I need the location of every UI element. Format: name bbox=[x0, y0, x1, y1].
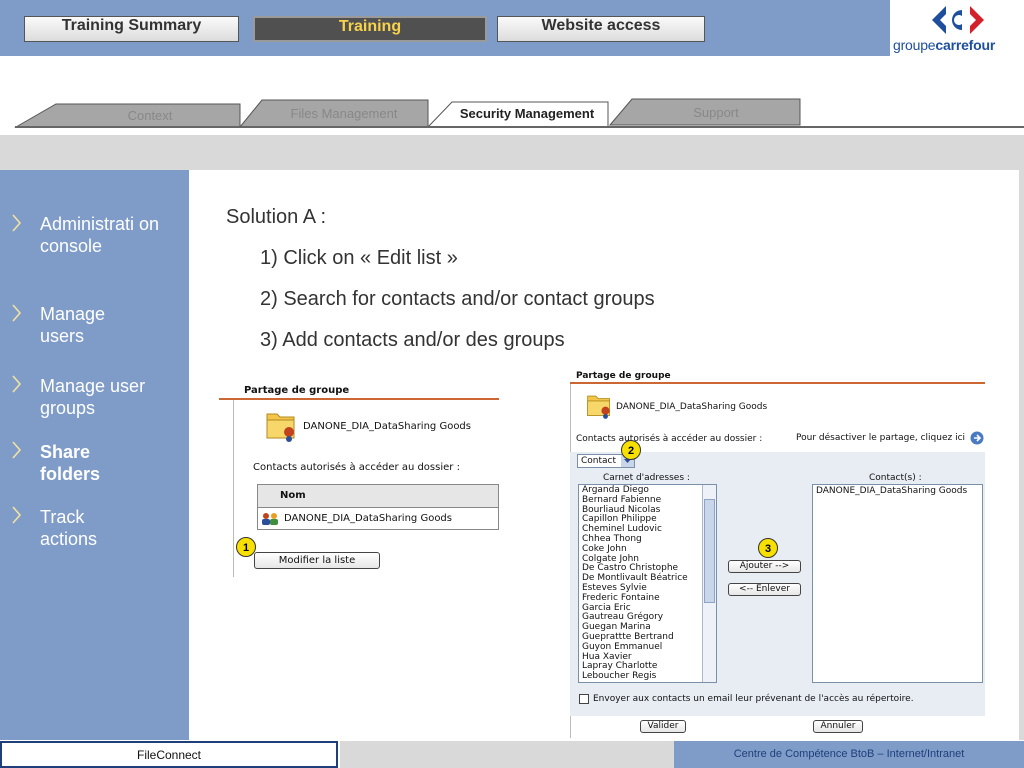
subtab-files-management[interactable]: Files Management bbox=[262, 106, 426, 121]
list-item[interactable]: Leboucher Regis bbox=[579, 671, 716, 682]
right-edge-strip bbox=[1019, 170, 1024, 740]
shared-folder-icon bbox=[587, 395, 610, 419]
user-group-icon bbox=[262, 513, 278, 525]
chevron-right-icon bbox=[12, 214, 22, 232]
email-checkbox[interactable] bbox=[579, 694, 589, 704]
logo-word-carrefour: carrefour bbox=[935, 37, 996, 53]
footer-product-name: FileConnect bbox=[0, 741, 338, 768]
footer-spacer bbox=[340, 741, 674, 768]
edit-list-button[interactable]: Modifier la liste bbox=[254, 552, 380, 569]
carrefour-emblem-icon bbox=[932, 6, 984, 34]
list-item[interactable]: DANONE_DIA_DataSharing Goods bbox=[813, 485, 982, 497]
shared-folder-icon bbox=[266, 413, 295, 442]
panel-left-rule bbox=[233, 400, 234, 577]
carrefour-logo: groupecarrefour bbox=[890, 0, 1024, 56]
step-2: 2) Search for contacts and/or contact gr… bbox=[260, 288, 655, 310]
folder-name: DANONE_DIA_DataSharing Goods bbox=[303, 421, 471, 432]
contacts-label: Contacts autorisés à accéder au dossier … bbox=[576, 434, 763, 444]
subtab-baseline bbox=[15, 126, 1024, 128]
scrollbar[interactable] bbox=[702, 485, 716, 682]
scrollbar-thumb[interactable] bbox=[704, 499, 715, 603]
solution-heading: Solution A : bbox=[226, 206, 327, 228]
subtab-support[interactable]: Support bbox=[632, 105, 800, 120]
header-divider-band bbox=[0, 135, 1024, 170]
share-folder-screenshot-1: Partage de groupe DANONE_DIA_DataSharing… bbox=[219, 380, 499, 577]
arrow-right-circle-icon[interactable] bbox=[970, 431, 984, 445]
cancel-button[interactable]: Annuler bbox=[813, 720, 863, 733]
panel-title: Partage de groupe bbox=[244, 385, 350, 396]
step-badge-3: 3 bbox=[758, 538, 778, 558]
tab-website-access[interactable]: Website access bbox=[497, 16, 705, 42]
sidebar-item-manage-users[interactable]: Manage users bbox=[40, 303, 140, 347]
folder-name: DANONE_DIA_DataSharing Goods bbox=[616, 402, 768, 412]
chevron-right-icon bbox=[12, 375, 22, 393]
step-badge-1: 1 bbox=[236, 537, 256, 557]
sidebar-item-track-actions[interactable]: Track actions bbox=[40, 506, 120, 550]
tab-training[interactable]: Training bbox=[253, 16, 487, 42]
tab-training-summary[interactable]: Training Summary bbox=[24, 16, 239, 42]
address-book-label: Carnet d'adresses : bbox=[603, 473, 690, 483]
column-header-nom: Nom bbox=[258, 485, 498, 508]
selected-contacts-label: Contact(s) : bbox=[869, 473, 922, 483]
subtab-security-management[interactable]: Security Management bbox=[446, 106, 608, 121]
sidebar: Administrati on console Manage users Man… bbox=[0, 170, 189, 740]
remove-contact-button[interactable]: <-- Enlever bbox=[728, 583, 801, 596]
logo-word-groupe: groupe bbox=[893, 37, 936, 53]
footer-organisation: Centre de Compétence BtoB – Internet/Int… bbox=[674, 741, 1024, 768]
chevron-right-icon bbox=[12, 441, 22, 459]
step-3: 3) Add contacts and/or des groups bbox=[260, 329, 565, 351]
email-checkbox-label: Envoyer aux contacts un email leur préve… bbox=[593, 694, 914, 704]
disable-sharing-label: Pour désactiver le partage, cliquez ici bbox=[796, 433, 966, 443]
top-navigation-bar: Training Summary Training Website access bbox=[0, 0, 891, 56]
chevron-right-icon bbox=[12, 304, 22, 322]
select-value: Contact bbox=[581, 456, 617, 466]
add-contact-button[interactable]: Ajouter --> bbox=[728, 560, 801, 573]
step-badge-2: 2 bbox=[621, 440, 641, 460]
subtab-context[interactable]: Context bbox=[60, 108, 240, 123]
table-row[interactable]: DANONE_DIA_DataSharing Goods bbox=[258, 508, 498, 530]
sidebar-item-manage-user-groups[interactable]: Manage user groups bbox=[40, 375, 160, 419]
contacts-table: Nom DANONE_DIA_DataSharing Goods bbox=[257, 484, 499, 530]
share-folder-screenshot-2: Partage de groupe DANONE_DIA_DataSharing… bbox=[566, 368, 985, 738]
contacts-label: Contacts autorisés à accéder au dossier … bbox=[253, 462, 460, 473]
step-1: 1) Click on « Edit list » bbox=[260, 247, 458, 269]
title-rule bbox=[219, 398, 499, 400]
address-book-list[interactable]: Arganda Diego Bernard Fabienne Bourliaud N… bbox=[578, 484, 717, 683]
selected-contacts-list[interactable]: DANONE_DIA_DataSharing Goods bbox=[812, 484, 983, 683]
title-rule bbox=[570, 382, 985, 384]
chevron-right-icon bbox=[12, 506, 22, 524]
sidebar-item-share-folders[interactable]: Share folders bbox=[40, 441, 120, 485]
sidebar-item-administration-console[interactable]: Administrati on console bbox=[40, 213, 180, 257]
panel-title: Partage de groupe bbox=[576, 371, 671, 381]
row-name: DANONE_DIA_DataSharing Goods bbox=[284, 513, 452, 524]
validate-button[interactable]: Valider bbox=[640, 720, 686, 733]
